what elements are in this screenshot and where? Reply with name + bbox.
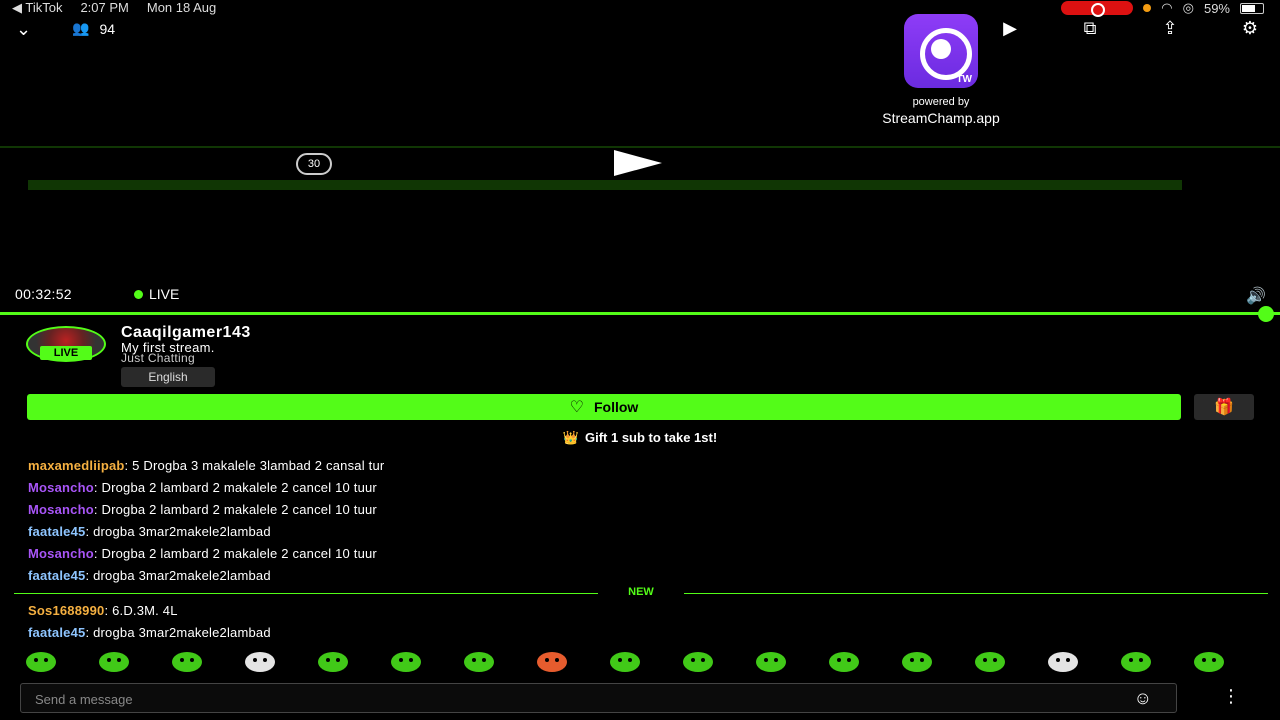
emote-icon[interactable] (829, 652, 859, 672)
chat-username[interactable]: Sos1688990 (28, 603, 104, 618)
logo-badge: TW (956, 74, 972, 85)
player-top-bar: ⌄ 👥 94 ▶ ⧉ ⇪ ⚙ (0, 18, 1280, 44)
viewers-icon: 👥 (72, 20, 90, 36)
chat-message: Mosancho: Drogba 2 lambard 2 makalele 2 … (28, 480, 1258, 502)
back-to-app-link[interactable]: ◀ TikTok (12, 0, 62, 16)
channel-info: LIVE Caaqilgamer143 My first stream. Jus… (26, 324, 1256, 388)
chat-messages: maxamedliipab: 5 Drogba 3 makalele 3lamb… (28, 458, 1258, 590)
emote-bar (26, 652, 1280, 672)
emote-icon[interactable] (902, 652, 932, 672)
chat-new-messages: Sos1688990: 6.D.3M. 4L faatale45: drogba … (28, 603, 1258, 647)
chat-message-text: : Drogba 2 lambard 2 makalele 2 cancel 1… (93, 480, 377, 495)
language-tag[interactable]: English (121, 367, 215, 387)
powered-by-text: powered by (912, 96, 970, 108)
chevron-down-icon[interactable]: ⌄ (16, 20, 36, 38)
emote-icon[interactable] (464, 652, 494, 672)
emote-icon[interactable] (26, 652, 56, 672)
live-indicator[interactable]: LIVE (134, 286, 179, 302)
play-icon[interactable] (614, 150, 662, 176)
status-time: 2:07 PM (80, 0, 129, 15)
viewer-count-value: 94 (99, 20, 116, 37)
status-bar: ◀ TikTok 2:07 PM Mon 18 Aug ◠ ◎ 59% (0, 0, 1280, 17)
volume-icon[interactable]: 🔊 (1246, 286, 1266, 306)
settings-icon[interactable]: ⚙ (1234, 18, 1266, 39)
message-input[interactable] (35, 689, 1115, 709)
emote-icon[interactable] (683, 652, 713, 672)
follow-label: Follow (594, 399, 639, 415)
emote-icon[interactable] (1194, 652, 1224, 672)
progress-handle[interactable] (1258, 306, 1274, 322)
emoji-icon[interactable]: ☺ (1134, 688, 1152, 709)
emote-icon[interactable] (537, 652, 567, 672)
screen-record-icon[interactable] (1061, 1, 1134, 17)
new-label: NEW (628, 586, 654, 598)
location-icon: ◎ (1182, 0, 1194, 15)
chat-message-text: : 5 Drogba 3 makalele 3lambad 2 cansal t… (124, 458, 385, 473)
live-dot-icon (134, 289, 143, 299)
gift-crown-icon: 👑 (562, 430, 579, 445)
mic-indicator-icon (1143, 4, 1152, 12)
viewer-count: 👥 94 (72, 20, 115, 37)
chat-message: maxamedliipab: 5 Drogba 3 makalele 3lamb… (28, 458, 1258, 480)
chat-username[interactable]: faatale45 (28, 568, 85, 583)
brand-name: StreamChamp.app (882, 110, 1000, 126)
status-date: Mon 18 Aug (146, 0, 217, 15)
chat-username[interactable]: faatale45 (28, 625, 85, 640)
chat-message-text: : Drogba 2 lambard 2 makalele 2 cancel 1… (93, 546, 377, 561)
chat-message-text: : Drogba 2 lambard 2 makalele 2 cancel 1… (93, 502, 377, 517)
chat-message: Mosancho: Drogba 2 lambard 2 makalele 2 … (28, 502, 1258, 524)
gift-banner[interactable]: 👑 Gift 1 sub to take 1st! (0, 430, 1280, 448)
share-icon[interactable]: ⇪ (1154, 18, 1186, 39)
follow-button[interactable]: ♡ Follow (27, 394, 1181, 420)
replay-30-button[interactable]: 30 (296, 153, 332, 175)
chat-message: Mosancho: Drogba 2 lambard 2 makalele 2 … (28, 546, 1258, 568)
chat-message: faatale45: drogba 3mar2makele2lambad (28, 524, 1258, 546)
new-messages-divider: NEW (14, 586, 1268, 600)
emote-icon[interactable] (99, 652, 129, 672)
streamchamp-logo-icon: TW (904, 14, 978, 88)
chat-username[interactable]: Mosancho (28, 546, 94, 561)
more-options-icon[interactable]: ⋮ (1222, 686, 1240, 707)
emote-icon[interactable] (172, 652, 202, 672)
emote-icon[interactable] (391, 652, 421, 672)
progress-bar[interactable] (0, 312, 1280, 315)
chat-message-text: : drogba 3mar2makele2lambad (85, 568, 271, 583)
message-composer: ☺ (20, 683, 1177, 713)
chat-message: Sos1688990: 6.D.3M. 4L (28, 603, 1258, 625)
wifi-icon: ◠ (1161, 0, 1173, 15)
heart-icon: ♡ (569, 399, 584, 416)
emote-icon[interactable] (318, 652, 348, 672)
chat-message: faatale45: drogba 3mar2makele2lambad (28, 625, 1258, 647)
stream-category[interactable]: Just Chatting (121, 351, 195, 365)
battery-level: 59% (1203, 0, 1230, 16)
emote-icon[interactable] (756, 652, 786, 672)
live-label: LIVE (149, 286, 180, 302)
chat-username[interactable]: Mosancho (28, 480, 94, 495)
live-badge: LIVE (40, 346, 92, 360)
chat-message-text: : drogba 3mar2makele2lambad (85, 625, 271, 640)
cast-icon[interactable]: ⧉ (1074, 18, 1106, 39)
gift-banner-text: Gift 1 sub to take 1st! (584, 430, 718, 445)
emote-icon[interactable] (1048, 652, 1078, 672)
video-reflection-line (0, 146, 1280, 148)
emote-icon[interactable] (610, 652, 640, 672)
emote-icon[interactable] (1121, 652, 1151, 672)
elapsed-time: 00:32:52 (15, 286, 72, 302)
player-timeline: 00:32:52 LIVE 🔊 (0, 286, 1280, 306)
emote-icon[interactable] (975, 652, 1005, 672)
chat-username[interactable]: faatale45 (28, 524, 85, 539)
video-reflection-bar (28, 180, 1182, 190)
chat-message-text: : 6.D.3M. 4L (104, 603, 178, 618)
battery-icon (1240, 2, 1264, 14)
chat-username[interactable]: maxamedliipab (28, 458, 125, 473)
chat-username[interactable]: Mosancho (28, 502, 94, 517)
overlay-logo: TW powered by StreamChamp.app (880, 14, 1002, 126)
gift-button[interactable]: 🎁 (1194, 394, 1254, 420)
emote-icon[interactable] (245, 652, 275, 672)
gift-icon: 🎁 (1214, 399, 1234, 416)
chat-message-text: : drogba 3mar2makele2lambad (85, 524, 271, 539)
